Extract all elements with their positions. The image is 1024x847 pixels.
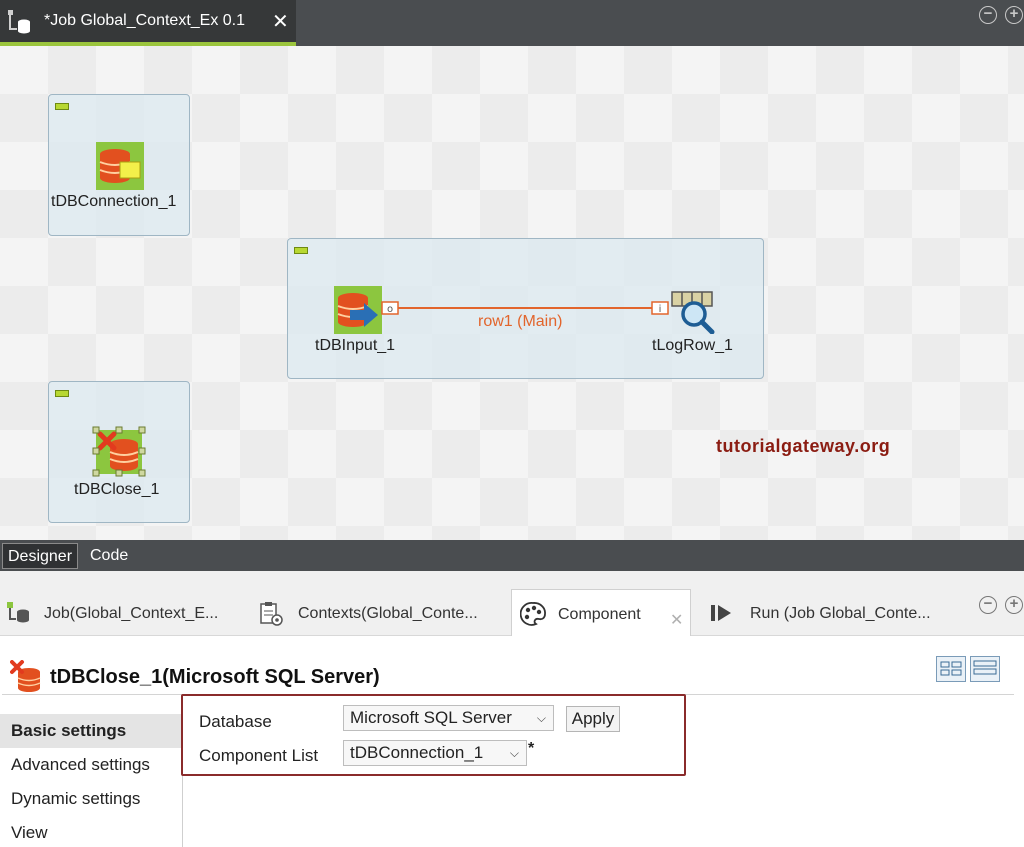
subjob-collapse-toggle[interactable] — [55, 103, 69, 110]
component-list-value: tDBConnection_1 — [350, 743, 484, 762]
tab-component[interactable]: Component ✕ — [511, 589, 691, 636]
component-title: tDBClose_1(Microsoft SQL Server) — [50, 666, 380, 688]
tab-contexts[interactable]: Contexts(Global_Conte... — [250, 589, 510, 636]
panel-tabbar: Job(Global_Context_E... Contexts(Global_… — [0, 571, 1024, 636]
svg-text:o: o — [387, 304, 393, 315]
designer-canvas[interactable]: tDBConnection_1 tDBInput_1 o i row1 (Mai… — [0, 46, 1024, 540]
apply-button[interactable]: Apply — [566, 706, 620, 732]
component-list-select[interactable]: tDBConnection_1 ⌵ — [343, 740, 527, 766]
view-switcher: Designer Code — [0, 540, 1024, 571]
component-label: tDBInput_1 — [315, 337, 396, 354]
nav-view[interactable]: View — [0, 816, 183, 847]
minimize-icon[interactable]: − — [979, 596, 997, 614]
modified-indicator: * — [528, 740, 535, 757]
component-tdbclose[interactable] — [92, 426, 147, 478]
component-tdbconnection[interactable] — [96, 142, 144, 190]
layout-rows-icon[interactable] — [970, 656, 1000, 682]
component-tlogrow[interactable] — [670, 290, 716, 335]
component-tdbinput[interactable] — [334, 286, 382, 334]
minimize-icon[interactable]: − — [979, 6, 997, 24]
database-select-value: Microsoft SQL Server — [350, 708, 512, 727]
tab-run[interactable]: Run (Job Global_Conte... — [700, 589, 960, 636]
nav-dynamic-settings[interactable]: Dynamic settings — [0, 782, 183, 816]
db-close-icon — [10, 660, 41, 692]
run-icon — [711, 605, 731, 621]
database-label: Database — [199, 712, 272, 731]
subjob-collapse-toggle[interactable] — [55, 390, 69, 397]
component-label: tDBConnection_1 — [51, 193, 177, 210]
db-close-icon — [92, 426, 146, 477]
tab-label: Contexts(Global_Conte... — [298, 605, 478, 622]
maximize-icon[interactable]: + — [1005, 6, 1023, 24]
subjob-collapse-toggle[interactable] — [294, 247, 308, 254]
tab-job[interactable]: Job(Global_Context_E... — [0, 589, 250, 636]
log-row-icon — [671, 291, 715, 335]
contexts-icon — [260, 602, 283, 626]
nav-basic-settings[interactable]: Basic settings — [0, 714, 183, 748]
palette-icon — [520, 602, 546, 626]
editor-tab-title: *Job Global_Context_Ex 0.1 — [44, 12, 246, 29]
tab-designer[interactable]: Designer — [2, 543, 79, 569]
component-label: tLogRow_1 — [652, 337, 733, 354]
tab-label: Run (Job Global_Conte... — [750, 605, 931, 622]
tab-code[interactable]: Code — [85, 543, 133, 569]
job-icon — [6, 8, 34, 41]
layout-grid-icon[interactable] — [936, 656, 966, 682]
maximize-icon[interactable]: + — [1005, 596, 1023, 614]
tab-label: Component — [558, 606, 641, 623]
editor-tabbar: *Job Global_Context_Ex 0.1 ✕ − + — [0, 0, 1024, 46]
tab-label: Job(Global_Context_E... — [44, 605, 219, 622]
db-connection-icon — [96, 142, 144, 190]
settings-nav: Basic settings Advanced settings Dynamic… — [0, 712, 183, 847]
chevron-down-icon: ⌵ — [509, 746, 519, 760]
component-label: tDBClose_1 — [74, 481, 160, 498]
database-select[interactable]: Microsoft SQL Server ⌵ — [343, 705, 554, 731]
close-icon[interactable]: ✕ — [272, 12, 289, 32]
job-editor-tab[interactable]: *Job Global_Context_Ex 0.1 ✕ — [0, 0, 296, 46]
svg-text:i: i — [659, 304, 662, 315]
close-icon[interactable]: ✕ — [670, 610, 683, 630]
chevron-down-icon: ⌵ — [536, 711, 546, 725]
job-icon — [7, 602, 29, 623]
component-header: tDBClose_1(Microsoft SQL Server) — [2, 650, 1014, 695]
db-input-icon — [334, 286, 382, 334]
nav-advanced-settings[interactable]: Advanced settings — [0, 748, 183, 782]
link-label: row1 (Main) — [478, 313, 563, 330]
component-list-label: Component List — [199, 746, 319, 765]
watermark-text: tutorialgateway.org — [716, 436, 891, 456]
